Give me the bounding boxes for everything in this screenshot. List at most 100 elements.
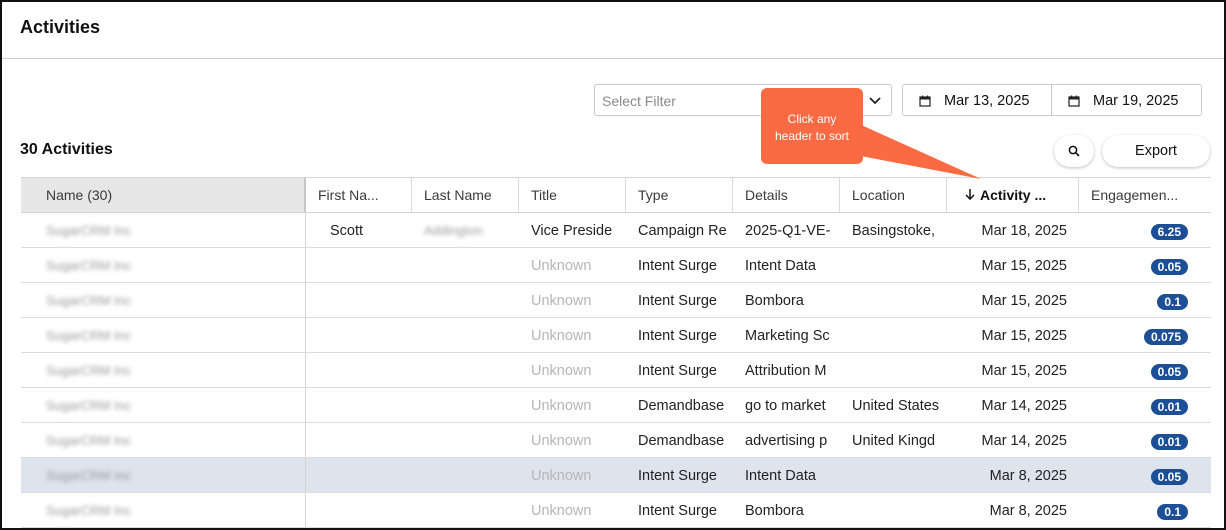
export-button[interactable]: Export — [1102, 135, 1210, 167]
table-row[interactable]: SugarCRM Inc Scott Addington Vice Preside Ca… — [21, 213, 1211, 248]
cell-location: Basingstoke, — [840, 213, 947, 247]
cell-text: Mar 15, 2025 — [981, 258, 1067, 274]
cell-name: SugarCRM Inc — [21, 458, 306, 492]
cell-text: Bombora — [745, 293, 804, 309]
column-header-last-name[interactable]: Last Name — [412, 178, 519, 212]
engagement-badge: 0.01 — [1150, 434, 1188, 450]
cell-last-name — [412, 493, 519, 527]
cell-first-name — [318, 283, 412, 317]
column-header-first-name[interactable]: First Na... — [306, 178, 412, 212]
cell-type: Intent Surge — [626, 458, 733, 492]
cell-text: SugarCRM Inc — [46, 468, 132, 483]
column-header-location[interactable]: Location — [840, 178, 947, 212]
cell-location — [840, 283, 947, 317]
table-row[interactable]: SugarCRM Inc Unknown Intent Surge Bombora Ma… — [21, 493, 1211, 528]
cell-details: Intent Data — [733, 458, 840, 492]
cell-first-name — [318, 353, 412, 387]
cell-text: Unknown — [531, 503, 592, 519]
cell-last-name — [412, 353, 519, 387]
cell-text: Mar 15, 2025 — [981, 293, 1067, 309]
cell-details: Intent Data — [733, 248, 840, 282]
cell-text: SugarCRM Inc — [46, 433, 132, 448]
cell-details: Bombora — [733, 493, 840, 527]
table-row[interactable]: SugarCRM Inc Unknown Intent Surge Intent Da… — [21, 458, 1211, 493]
cell-engagement: 0.1 — [1079, 493, 1211, 527]
table-row[interactable]: SugarCRM Inc Unknown Intent Surge Bombora Ma… — [21, 283, 1211, 318]
cell-type: Intent Surge — [626, 353, 733, 387]
cell-last-name — [412, 458, 519, 492]
cell-activity-date: Mar 15, 2025 — [947, 248, 1079, 282]
cell-type: Intent Surge — [626, 283, 733, 317]
cell-title: Unknown — [519, 458, 626, 492]
cell-first-name — [318, 388, 412, 422]
engagement-badge: 0.05 — [1150, 364, 1188, 380]
activities-table: Name (30) First Na... Last Name Title Ty… — [21, 177, 1211, 528]
column-header-title[interactable]: Title — [519, 178, 626, 212]
search-button[interactable] — [1054, 135, 1094, 167]
search-icon — [1068, 145, 1080, 157]
cell-first-name — [318, 423, 412, 457]
cell-engagement: 0.1 — [1079, 283, 1211, 317]
column-header-details[interactable]: Details — [733, 178, 840, 212]
cell-text: Mar 8, 2025 — [989, 468, 1067, 484]
table-row[interactable]: SugarCRM Inc Unknown Intent Surge Intent Da… — [21, 248, 1211, 283]
cell-last-name: Addington — [412, 213, 519, 247]
cell-name: SugarCRM Inc — [21, 493, 306, 527]
cell-activity-date: Mar 18, 2025 — [947, 213, 1079, 247]
cell-text: SugarCRM Inc — [46, 503, 132, 518]
end-date-field[interactable]: Mar 19, 2025 — [1051, 84, 1202, 116]
cell-last-name — [412, 283, 519, 317]
cell-type: Intent Surge — [626, 318, 733, 352]
cell-name: SugarCRM Inc — [21, 248, 306, 282]
cell-text: go to market — [745, 398, 826, 414]
cell-location — [840, 318, 947, 352]
start-date-value: Mar 13, 2025 — [944, 93, 1030, 109]
cell-title: Unknown — [519, 353, 626, 387]
activity-count: 30 Activities — [20, 141, 113, 158]
cell-text: Intent Surge — [638, 328, 717, 344]
table-row[interactable]: SugarCRM Inc Unknown Demandbase advertising… — [21, 423, 1211, 458]
cell-title: Unknown — [519, 318, 626, 352]
table-row[interactable]: SugarCRM Inc Unknown Intent Surge Attributi… — [21, 353, 1211, 388]
cell-type: Intent Surge — [626, 248, 733, 282]
table-row[interactable]: SugarCRM Inc Unknown Demandbase go to marke… — [21, 388, 1211, 423]
cell-last-name — [412, 388, 519, 422]
cell-location: United Kingd — [840, 423, 947, 457]
column-header-type[interactable]: Type — [626, 178, 733, 212]
cell-text: SugarCRM Inc — [46, 328, 132, 343]
cell-name: SugarCRM Inc — [21, 283, 306, 317]
cell-title: Unknown — [519, 423, 626, 457]
cell-text: SugarCRM Inc — [46, 398, 132, 413]
start-date-field[interactable]: Mar 13, 2025 — [902, 84, 1052, 116]
cell-details: advertising p — [733, 423, 840, 457]
engagement-badge: 0.1 — [1157, 504, 1188, 520]
cell-type: Demandbase — [626, 423, 733, 457]
cell-name: SugarCRM Inc — [21, 318, 306, 352]
table-row[interactable]: SugarCRM Inc Unknown Intent Surge Marketing… — [21, 318, 1211, 353]
tooltip-line-2: header to sort — [774, 129, 850, 143]
cell-text: Mar 14, 2025 — [981, 398, 1067, 414]
cell-name: SugarCRM Inc — [21, 423, 306, 457]
cell-text: Demandbase — [638, 433, 725, 449]
column-header-name[interactable]: Name (30) — [21, 178, 306, 212]
cell-text: Mar 8, 2025 — [989, 503, 1067, 519]
cell-activity-date: Mar 15, 2025 — [947, 318, 1079, 352]
cell-text: Intent Data — [745, 468, 816, 484]
cell-name: SugarCRM Inc — [21, 353, 306, 387]
cell-text: Unknown — [531, 468, 592, 484]
page-title: Activities — [20, 17, 101, 37]
cell-first-name — [318, 248, 412, 282]
cell-details: Marketing Sc — [733, 318, 840, 352]
cell-text: Marketing Sc — [745, 328, 830, 344]
column-header-engagement[interactable]: Engagemen... — [1079, 178, 1211, 212]
cell-details: 2025-Q1-VE- — [733, 213, 840, 247]
end-date-value: Mar 19, 2025 — [1093, 93, 1179, 109]
cell-title: Unknown — [519, 248, 626, 282]
cell-text: Unknown — [531, 293, 592, 309]
cell-location — [840, 353, 947, 387]
cell-text: Unknown — [531, 433, 592, 449]
column-header-activity-date[interactable]: Activity ... — [947, 178, 1079, 212]
cell-text: Unknown — [531, 258, 592, 274]
cell-text: Intent Surge — [638, 503, 717, 519]
cell-type: Intent Surge — [626, 493, 733, 527]
